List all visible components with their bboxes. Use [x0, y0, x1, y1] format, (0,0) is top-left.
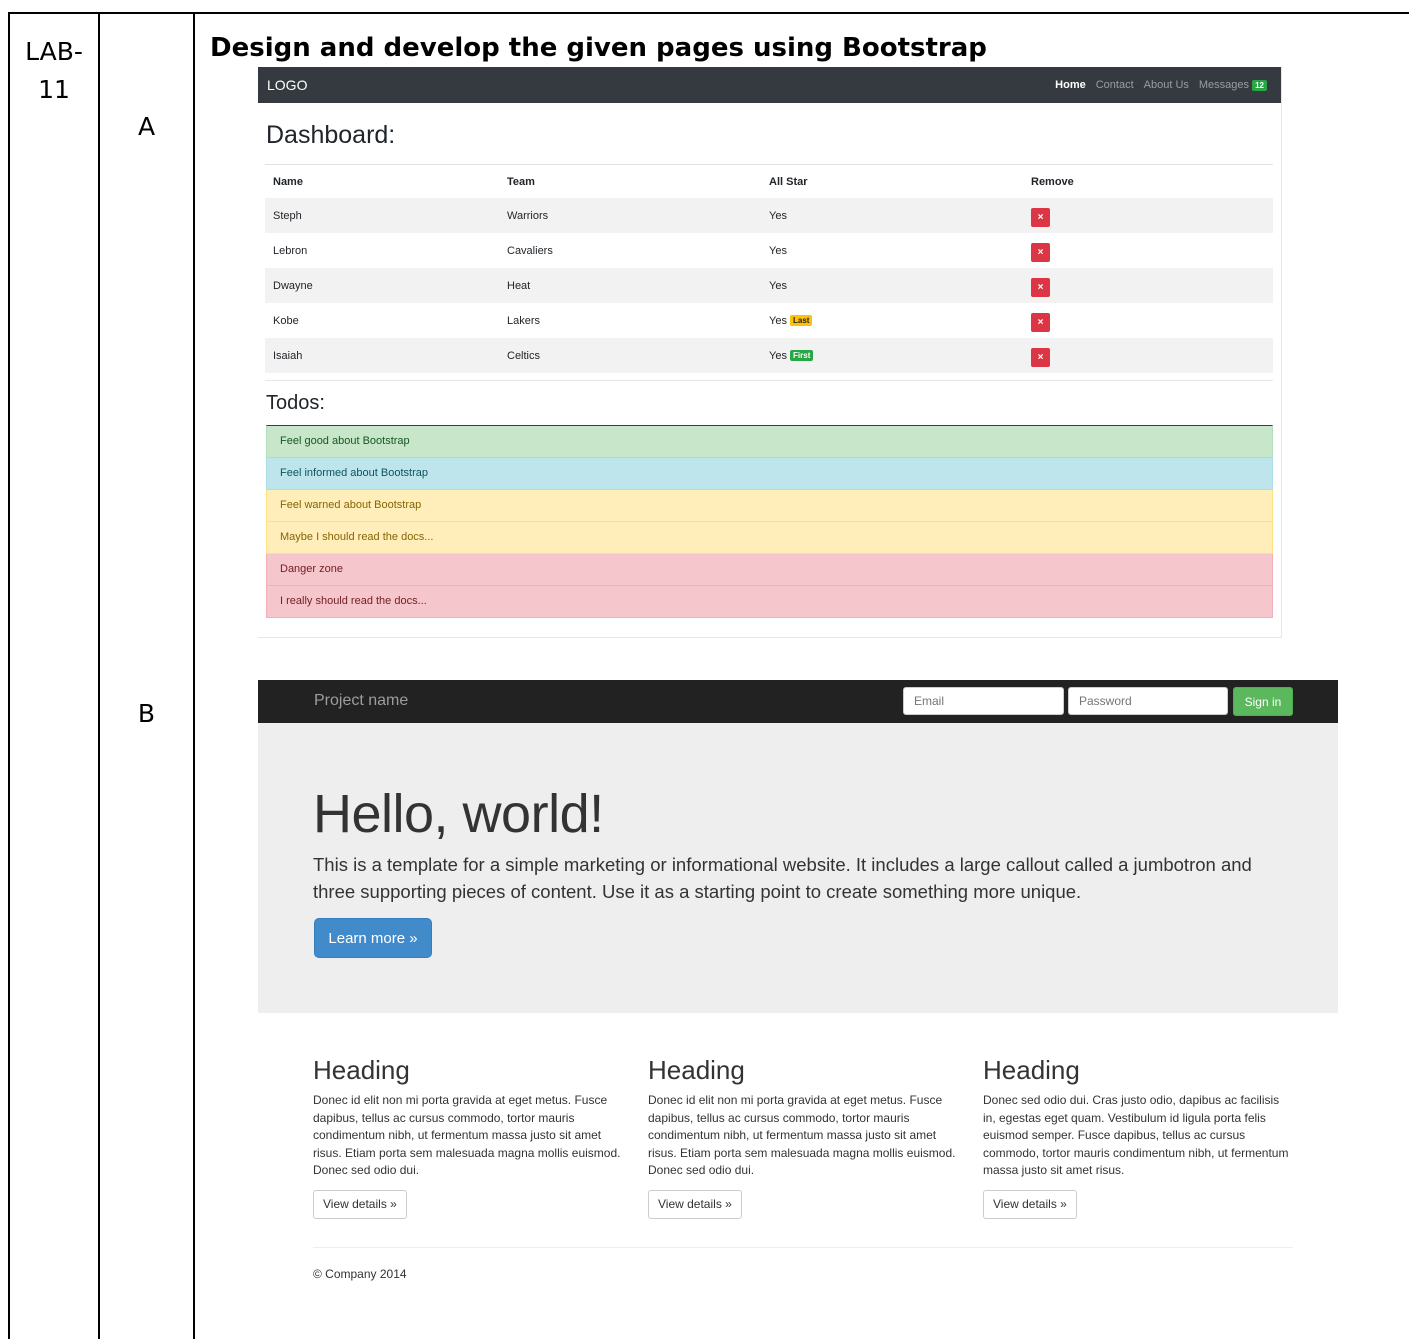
jumbotron: Hello, world! This is a template for a s…: [258, 723, 1338, 1013]
lab-number: LAB-11: [25, 37, 83, 104]
table-top-border: [8, 12, 1409, 14]
cell-all-star: Yes: [769, 349, 787, 362]
header-all-star: All Star: [769, 175, 808, 188]
todo-item-success[interactable]: Feel good about Bootstrap: [266, 425, 1273, 458]
todo-item-info[interactable]: Feel informed about Bootstrap: [266, 458, 1273, 490]
view-details-button[interactable]: View details »: [983, 1189, 1077, 1219]
nav-links: Home Contact About Us Messages 12: [1055, 79, 1267, 91]
table-row: Steph Warriors Yes ×: [265, 198, 1273, 233]
cell-team: Cavaliers: [507, 244, 553, 257]
footer-divider: [313, 1247, 1293, 1248]
remove-button[interactable]: ×: [1031, 313, 1050, 332]
footer-copyright: © Company 2014: [313, 1267, 407, 1281]
table-column-divider-2: [193, 12, 195, 1339]
cell-team: Warriors: [507, 209, 549, 222]
nav-home[interactable]: Home: [1055, 79, 1086, 91]
todo-item-danger[interactable]: Danger zone: [266, 554, 1273, 586]
dashboard-screenshot: LOGO Home Contact About Us Messages 12 D…: [258, 67, 1282, 638]
cell-name: Kobe: [273, 314, 299, 327]
sign-in-button[interactable]: Sign in: [1233, 687, 1293, 716]
view-details-button[interactable]: View details »: [313, 1189, 407, 1219]
column-text: Donec id elit non mi porta gravida at eg…: [313, 1093, 621, 1178]
navbar-brand[interactable]: Project name: [314, 692, 408, 710]
nav-messages-label: Messages: [1198, 79, 1250, 91]
table-row: Isaiah Celtics Yes First ×: [265, 338, 1273, 373]
cell-name: Steph: [273, 209, 302, 222]
todo-item-danger[interactable]: I really should read the docs...: [266, 586, 1273, 618]
remove-button[interactable]: ×: [1031, 208, 1050, 227]
column-heading: Heading: [313, 1055, 410, 1085]
jumbotron-screenshot: Project name Sign in Hello, world! This …: [258, 680, 1338, 1339]
table-header-row: Name Team All Star Remove: [265, 165, 1273, 198]
navbar-brand[interactable]: LOGO: [267, 77, 307, 93]
remove-button[interactable]: ×: [1031, 348, 1050, 367]
todo-item-warning[interactable]: Maybe I should read the docs...: [266, 522, 1273, 554]
cell-team: Lakers: [507, 314, 541, 327]
task-title: Design and develop the given pages using…: [210, 33, 987, 63]
column-heading: Heading: [983, 1055, 1080, 1085]
navbar: Project name Sign in: [258, 680, 1338, 723]
part-b-label: B: [137, 699, 156, 728]
header-name: Name: [273, 175, 303, 188]
nav-about[interactable]: About Us: [1144, 79, 1189, 91]
column-heading: Heading: [648, 1055, 745, 1085]
column-text: Donec id elit non mi porta gravida at eg…: [648, 1093, 956, 1178]
players-table: Name Team All Star Remove Steph Warriors…: [265, 164, 1273, 373]
remove-button[interactable]: ×: [1031, 243, 1050, 262]
todo-list: Feel good about Bootstrap Feel informed …: [266, 425, 1273, 618]
hero-text: This is a template for a simple marketin…: [313, 854, 1252, 902]
nav-contact[interactable]: Contact: [1096, 79, 1134, 91]
cell-team: Celtics: [507, 349, 541, 362]
header-remove: Remove: [1031, 175, 1074, 188]
cell-all-star: Yes: [769, 314, 787, 327]
todo-item-warning[interactable]: Feel warned about Bootstrap: [266, 490, 1273, 522]
messages-count-badge: 12: [1252, 79, 1267, 91]
hero-title: Hello, world!: [313, 784, 604, 844]
part-a-label: A: [137, 112, 156, 141]
cell-all-star: Yes: [769, 209, 787, 222]
content-column: Heading Donec sed odio dui. Cras justo o…: [983, 1055, 1295, 1219]
table-row: Kobe Lakers Yes Last ×: [265, 303, 1273, 338]
first-badge: First: [790, 350, 814, 362]
table-row: Lebron Cavaliers Yes ×: [265, 233, 1273, 268]
learn-more-button[interactable]: Learn more »: [314, 918, 432, 958]
header-team: Team: [507, 175, 535, 188]
cell-all-star: Yes: [769, 279, 787, 292]
view-details-button[interactable]: View details »: [648, 1189, 742, 1219]
todos-title: Todos:: [266, 392, 325, 414]
cell-name: Isaiah: [273, 349, 303, 362]
cell-name: Lebron: [273, 244, 308, 257]
content-column: Heading Donec id elit non mi porta gravi…: [648, 1055, 960, 1219]
cell-all-star: Yes: [769, 244, 787, 257]
table-row: Dwayne Heat Yes ×: [265, 268, 1273, 303]
navbar: LOGO Home Contact About Us Messages 12: [258, 67, 1281, 103]
email-field[interactable]: [903, 687, 1064, 715]
last-badge: Last: [790, 315, 813, 327]
remove-button[interactable]: ×: [1031, 278, 1050, 297]
table-left-border: [8, 12, 10, 1339]
table-column-divider-1: [98, 12, 100, 1339]
cell-team: Heat: [507, 279, 531, 292]
section-divider: [265, 380, 1273, 381]
cell-name: Dwayne: [273, 279, 313, 292]
content-column: Heading Donec id elit non mi porta gravi…: [313, 1055, 625, 1219]
dashboard-title: Dashboard:: [266, 121, 396, 149]
password-field[interactable]: [1068, 687, 1228, 715]
column-text: Donec sed odio dui. Cras justo odio, dap…: [983, 1093, 1289, 1178]
nav-messages[interactable]: Messages 12: [1199, 79, 1267, 91]
